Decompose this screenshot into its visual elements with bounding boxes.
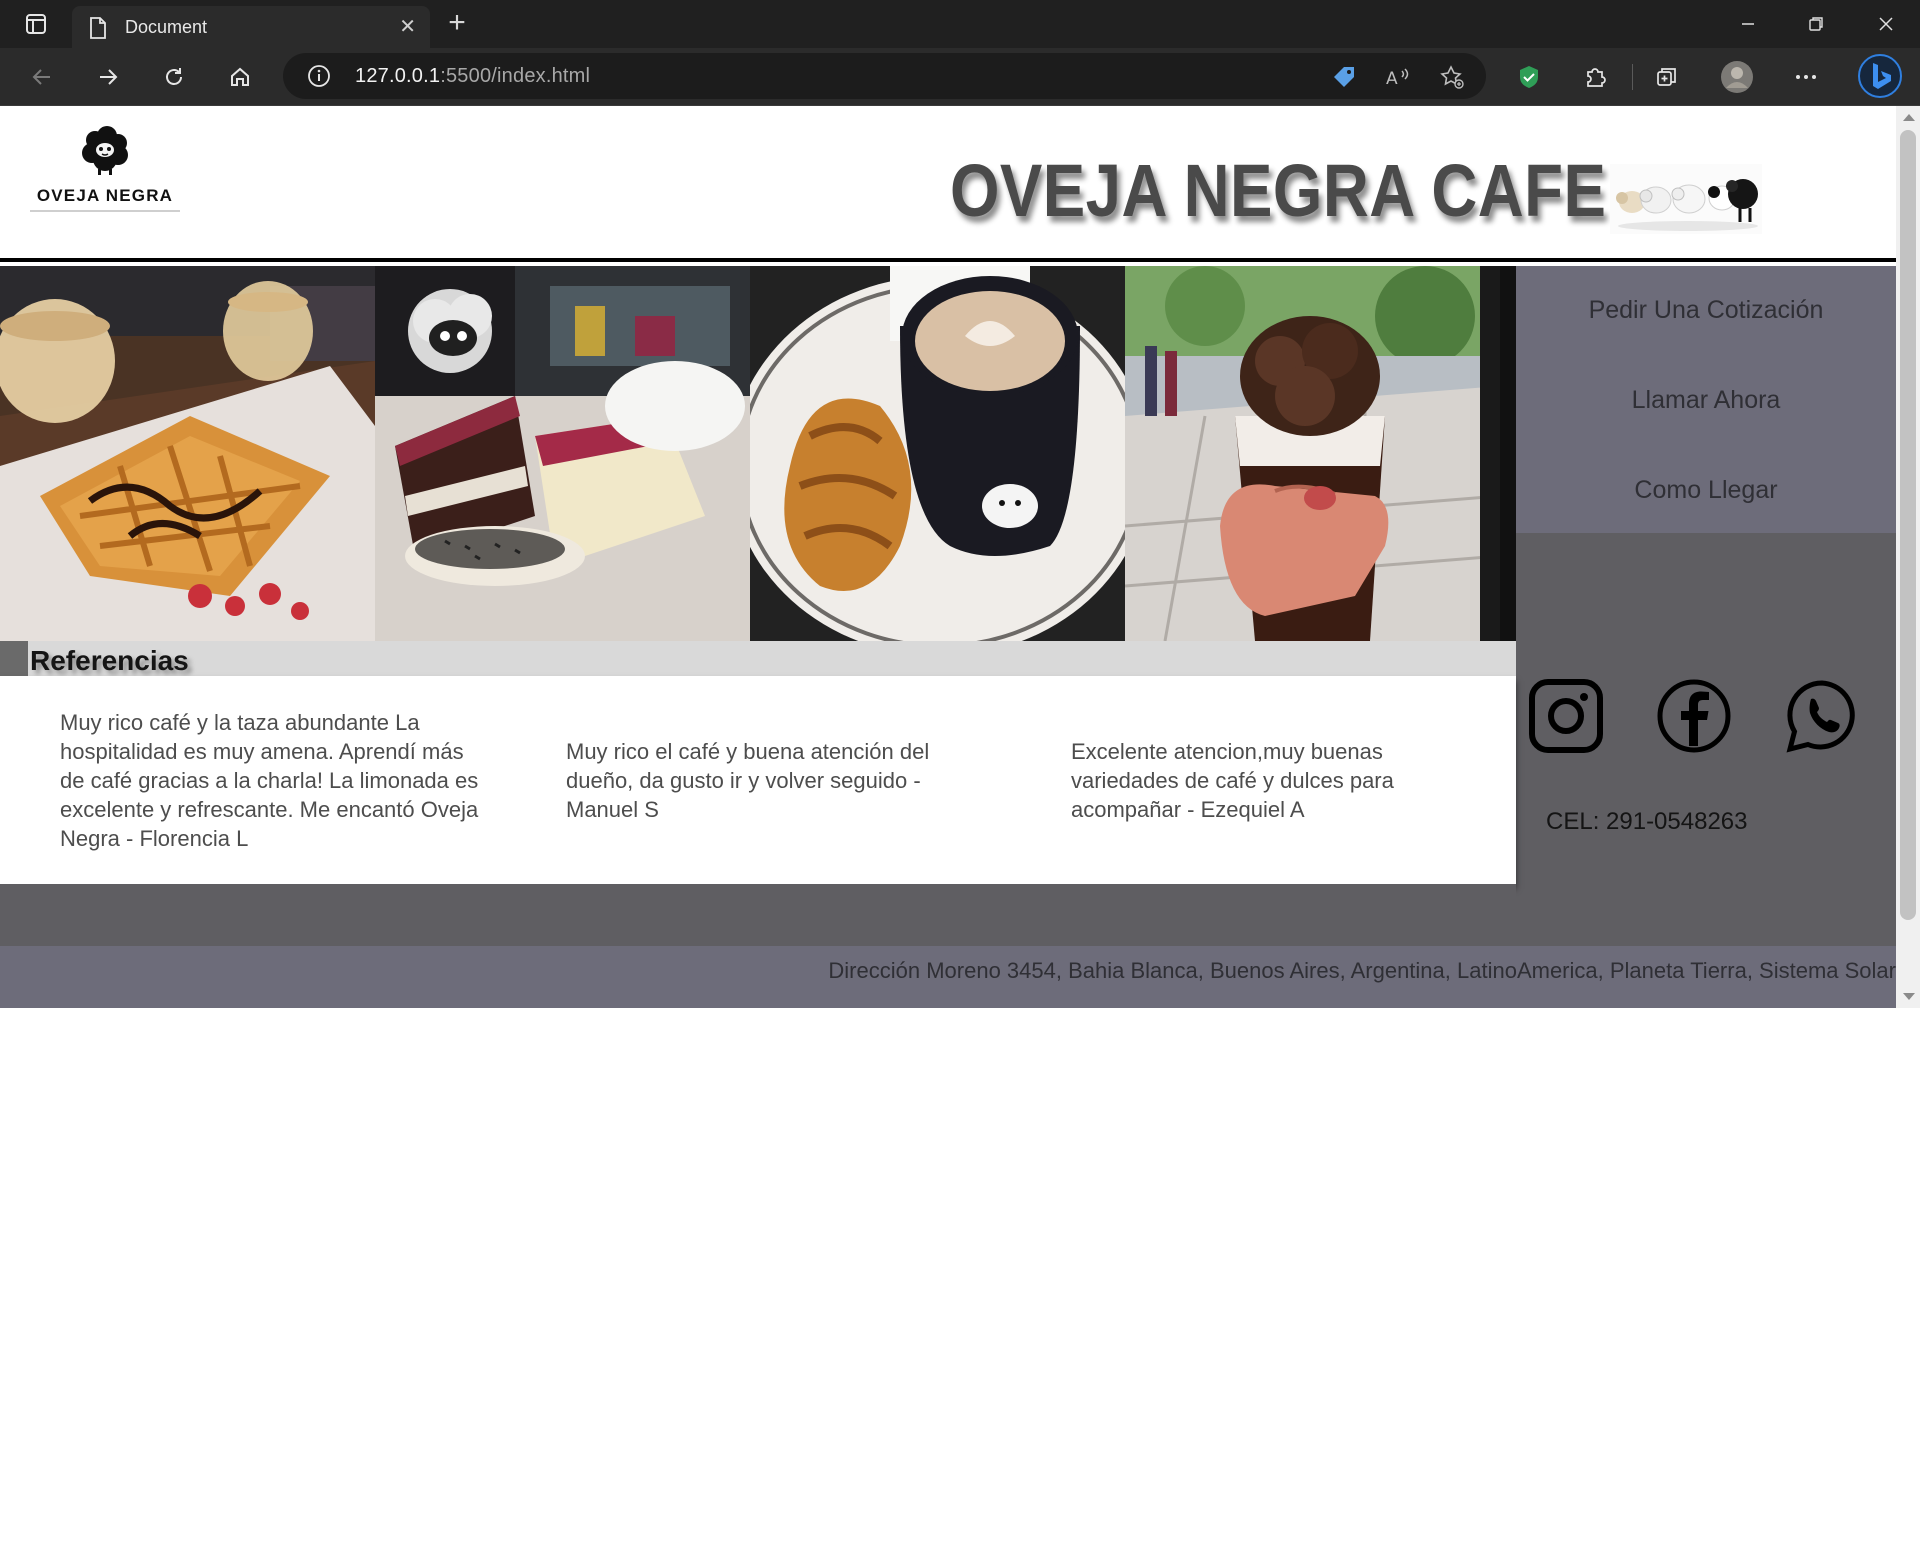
page-scrollbar[interactable] — [1896, 106, 1920, 1008]
logo-text: OVEJA NEGRA — [36, 186, 174, 205]
shield-icon[interactable] — [1512, 60, 1546, 94]
review-card: Muy rico el café y buena atención del du… — [566, 739, 930, 822]
bing-icon[interactable] — [1858, 54, 1902, 98]
site-title: OVEJA NEGRA CAFE — [950, 149, 1607, 232]
favorite-icon[interactable] — [1437, 62, 1467, 92]
nav-item-como-llegar[interactable]: Como Llegar — [1516, 476, 1896, 505]
instagram-icon[interactable] — [1528, 678, 1604, 754]
site-footer: Dirección Moreno 3454, Bahia Blanca, Bue… — [0, 946, 1896, 1008]
phone-number[interactable]: CEL: 291-0548263 — [1546, 808, 1748, 836]
svg-text:A: A — [1386, 69, 1398, 89]
site-header: OVEJA NEGRA OVEJA NEGRA CAFE — [0, 106, 1896, 262]
sidebar-icon — [26, 14, 46, 34]
address-text: Dirección Moreno 3454, Bahia Blanca, Bue… — [828, 958, 1896, 983]
read-aloud-icon[interactable]: A — [1383, 62, 1413, 92]
back-icon[interactable] — [25, 60, 59, 94]
frappe-photo — [1125, 266, 1500, 641]
page-icon — [88, 17, 108, 44]
references-list: Muy rico café y la taza abundante La hos… — [0, 676, 1516, 884]
logo[interactable]: OVEJA NEGRA — [30, 126, 180, 230]
cakes-photo — [375, 266, 750, 641]
scroll-down-arrow[interactable] — [1903, 993, 1915, 1000]
browser-toolbar: 127.0.0.1:5500/index.html A — [0, 48, 1920, 106]
photo-gallery — [0, 266, 1516, 641]
sheep-flock-image — [1610, 164, 1762, 234]
close-window-icon[interactable] — [1871, 10, 1901, 38]
refresh-icon[interactable] — [157, 60, 191, 94]
profile-avatar[interactable] — [1720, 60, 1754, 94]
references-bar: Referencias — [0, 641, 1516, 676]
contact-panel: CEL: 291-0548263 — [1516, 533, 1896, 946]
coffee-croissant-photo — [750, 266, 1125, 641]
browser-tab[interactable]: Document ✕ — [72, 6, 430, 48]
minimize-icon[interactable] — [1733, 10, 1763, 38]
info-icon[interactable] — [307, 64, 331, 93]
extensions-icon[interactable] — [1578, 60, 1612, 94]
nav-item-llamar[interactable]: Llamar Ahora — [1516, 386, 1896, 415]
waffle-photo — [0, 266, 375, 641]
home-icon[interactable] — [223, 60, 257, 94]
tab-title: Document — [125, 17, 208, 37]
references-title: Referencias — [30, 645, 189, 676]
toolbar-divider — [1632, 64, 1633, 90]
plus-icon[interactable]: + — [442, 8, 472, 38]
tab-actions-button[interactable] — [16, 10, 56, 38]
whatsapp-icon[interactable] — [1784, 678, 1860, 754]
sheep-logo-icon — [82, 126, 128, 175]
facebook-icon[interactable] — [1656, 678, 1732, 754]
more-icon[interactable] — [1789, 60, 1823, 94]
sidebar-nav: Pedir Una Cotización Llamar Ahora Como L… — [1516, 266, 1896, 533]
collections-icon[interactable] — [1650, 60, 1684, 94]
logo-underline — [30, 210, 180, 212]
page-viewport: OVEJA NEGRA OVEJA NEGRA CAFE Pedir Una C… — [0, 106, 1920, 1548]
close-icon[interactable]: ✕ — [399, 17, 416, 37]
address-bar[interactable]: 127.0.0.1:5500/index.html A — [283, 53, 1486, 99]
restore-icon[interactable] — [1801, 10, 1831, 38]
nav-item-cotizacion[interactable]: Pedir Una Cotización — [1516, 296, 1896, 325]
scroll-up-arrow[interactable] — [1903, 114, 1915, 121]
tab-strip: Document ✕ + — [0, 0, 1920, 48]
url-text[interactable]: 127.0.0.1:5500/index.html — [355, 65, 590, 88]
forward-icon[interactable] — [91, 60, 125, 94]
review-card: Muy rico café y la taza abundante La hos… — [60, 710, 479, 851]
grey-band — [0, 884, 1516, 946]
web-page: OVEJA NEGRA OVEJA NEGRA CAFE Pedir Una C… — [0, 106, 1896, 1008]
scroll-thumb[interactable] — [1900, 130, 1916, 920]
coupon-icon[interactable] — [1329, 62, 1359, 92]
review-card: Excelente atencion,muy buenas variedades… — [1071, 739, 1394, 822]
